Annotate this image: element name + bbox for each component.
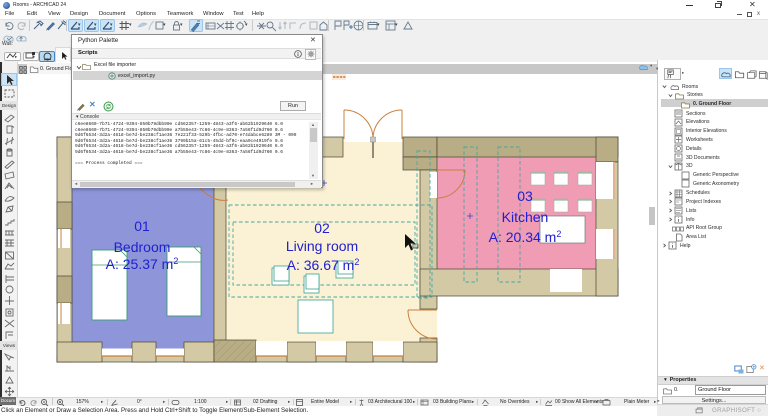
svg-text:A: 20.34 m2: A: 20.34 m2 xyxy=(489,229,562,245)
svg-text:Living room: Living room xyxy=(286,238,358,254)
svg-text:Kitchen: Kitchen xyxy=(502,209,549,225)
svg-text:A: 36.67 m2: A: 36.67 m2 xyxy=(287,257,360,273)
svg-text:Bedroom: Bedroom xyxy=(114,239,171,255)
svg-text:A: 25.37 m2: A: 25.37 m2 xyxy=(106,256,179,272)
svg-text:03: 03 xyxy=(517,188,533,204)
svg-text:02: 02 xyxy=(314,220,330,236)
svg-text:01: 01 xyxy=(134,218,150,234)
